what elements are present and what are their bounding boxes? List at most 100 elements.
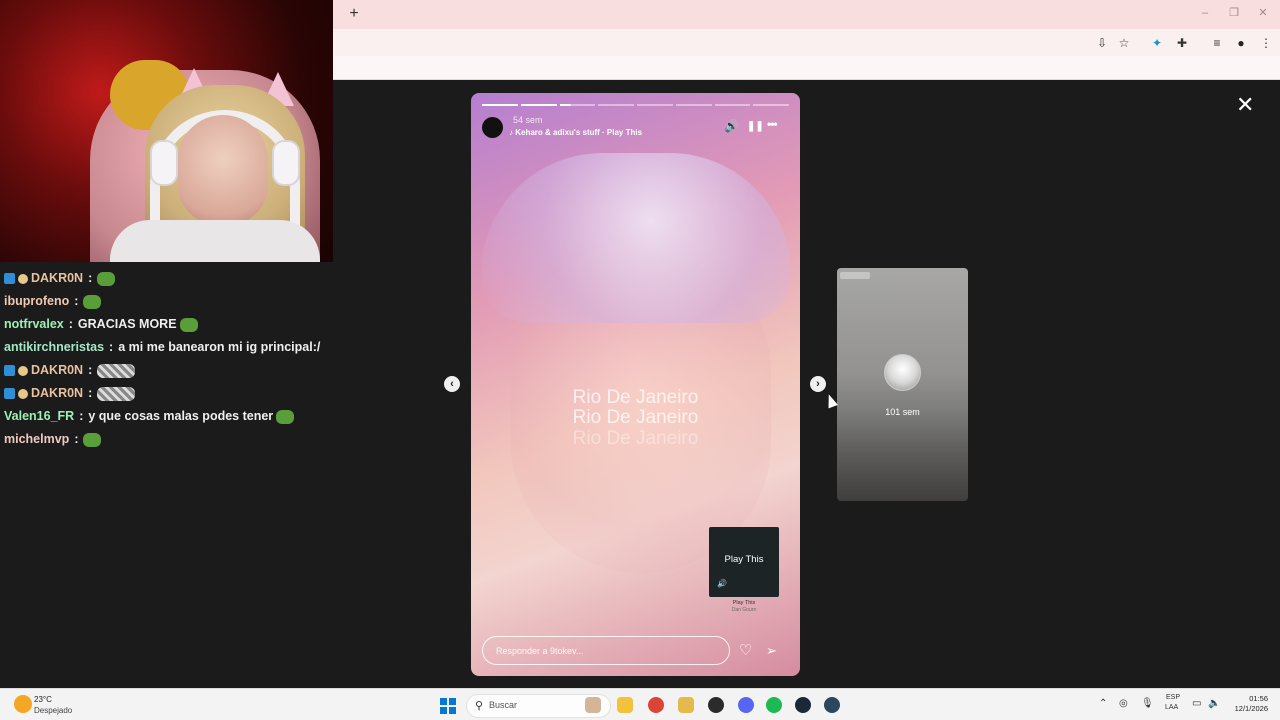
chat-emote-icon[interactable] <box>97 386 136 401</box>
webcam-overlay <box>0 0 333 262</box>
search-icon: ⚲ <box>475 700 484 712</box>
start-icon[interactable] <box>440 698 456 714</box>
chat-username[interactable]: michelmvp <box>4 428 69 451</box>
star-icon[interactable]: ☆ <box>1116 35 1132 51</box>
chat-separator: : <box>88 386 93 400</box>
obs-icon[interactable] <box>708 697 724 713</box>
language-layout[interactable]: LAA <box>1165 704 1178 711</box>
chat-emote-icon[interactable] <box>276 409 295 424</box>
music-sticker[interactable]: Play This 🔊 <box>709 527 779 597</box>
spotify-icon[interactable] <box>766 697 782 713</box>
story-hair-shade <box>481 153 791 323</box>
close-window-button[interactable]: ✕ <box>1254 6 1272 20</box>
weather-desc: Despejado <box>34 706 73 715</box>
chat-text: y que cosas malas podes tener <box>88 409 274 423</box>
new-tab-button[interactable]: + <box>345 5 363 23</box>
display-icon[interactable]: ▭ <box>1192 698 1201 709</box>
profile-icon[interactable]: ● <box>1233 35 1249 51</box>
next-story-button[interactable]: › <box>810 376 826 392</box>
chat-message: DAKR0N: <box>4 359 334 382</box>
story-card[interactable]: 54 sem ♪ Keharo & adixu's stuff · Play T… <box>471 93 800 676</box>
subscriber-badge-icon[interactable] <box>4 365 15 376</box>
overlay-text-line-1: Rio De Janeiro <box>572 387 699 408</box>
install-icon[interactable]: ⇩ <box>1094 35 1110 51</box>
clock-time[interactable]: 01:56 <box>1228 694 1268 703</box>
next-story-preview[interactable]: 101 sem <box>837 268 968 501</box>
like-icon[interactable]: ♡ <box>739 641 752 659</box>
chat-message: michelmvp: <box>4 428 334 451</box>
preview-header <box>840 272 870 279</box>
streamer-torso <box>110 220 320 262</box>
bits-badge-icon[interactable] <box>18 365 28 376</box>
chat-separator: : <box>79 409 84 423</box>
preview-avatar <box>884 354 921 391</box>
chat-text: a mi me banearon mi ig principal:/ <box>118 340 321 354</box>
media-icon[interactable]: ≡ <box>1209 35 1225 51</box>
network-icon[interactable]: ◎ <box>1119 698 1128 709</box>
share-icon[interactable]: ➢ <box>766 643 777 659</box>
subscriber-badge-icon[interactable] <box>4 273 15 284</box>
progress-segment <box>675 104 712 106</box>
chat-text: GRACIAS MORE <box>77 317 177 331</box>
chat-username[interactable]: DAKR0N <box>31 359 83 382</box>
chat-emote-icon[interactable] <box>97 271 116 286</box>
chat-message: DAKR0N: <box>4 267 334 290</box>
weather-icon[interactable] <box>14 695 32 713</box>
chat-username[interactable]: DAKR0N <box>31 382 83 405</box>
folder-icon[interactable] <box>678 697 694 713</box>
chat-message: DAKR0N: <box>4 382 334 405</box>
weather-temp: 23°C <box>34 695 52 704</box>
maximize-button[interactable]: ❐ <box>1225 6 1243 20</box>
close-viewer-icon[interactable]: ✕ <box>1236 94 1254 116</box>
sound-icon[interactable]: 🔊 <box>724 119 739 133</box>
tray-chevron-icon[interactable]: ⌃ <box>1099 698 1107 709</box>
file-explorer-icon[interactable] <box>617 697 633 713</box>
search-placeholder: Buscar <box>489 700 518 710</box>
chat-username[interactable]: notfrvalex <box>4 313 64 336</box>
volume-icon[interactable]: 🔈 <box>1208 698 1220 709</box>
menu-icon[interactable]: ⋮ <box>1258 35 1274 51</box>
pause-icon[interactable]: ❚❚ <box>747 121 764 132</box>
puzzle-icon[interactable]: ✚ <box>1174 35 1190 51</box>
mic-icon[interactable]: 🎙 <box>1141 698 1154 709</box>
discord-icon[interactable] <box>738 697 754 713</box>
progress-segment <box>520 104 557 106</box>
chat-emote-icon[interactable] <box>97 363 136 378</box>
subscriber-badge-icon[interactable] <box>4 388 15 399</box>
story-viewer: DAKR0N: ibuprofeno: notfrvalex: GRACIAS MOR… <box>0 0 1280 688</box>
chat-separator: : <box>74 432 79 446</box>
avatar-app-icon[interactable] <box>585 697 601 713</box>
chat-separator: : <box>88 363 93 377</box>
chat-emote-icon[interactable] <box>83 432 102 447</box>
music-sticker-caption-artist: Dan Gourn <box>731 607 757 613</box>
language-code[interactable]: ESP <box>1166 694 1180 701</box>
more-options-icon[interactable]: ••• <box>767 117 778 131</box>
story-music-label[interactable]: ♪ Keharo & adixu's stuff · Play This <box>509 128 642 137</box>
chat-username[interactable]: antikirchneristas <box>4 336 104 359</box>
story-time: 54 sem <box>513 115 543 125</box>
previous-story-button[interactable]: ‹ <box>444 376 460 392</box>
chrome-icon[interactable] <box>648 697 664 713</box>
overlay-text-line-2: Rio De Janeiro <box>572 407 699 428</box>
chat-username[interactable]: DAKR0N <box>31 267 83 290</box>
bits-badge-icon[interactable] <box>18 273 28 284</box>
mouse-cursor <box>824 392 838 409</box>
music-sticker-title: Play This <box>724 554 764 565</box>
reply-input[interactable] <box>482 636 730 665</box>
clock-date[interactable]: 12/1/2026 <box>1228 704 1268 713</box>
chat-emote-icon[interactable] <box>179 317 198 332</box>
chat-message: ibuprofeno: <box>4 290 334 313</box>
story-avatar[interactable] <box>482 117 503 138</box>
music-sticker-sound-icon: 🔊 <box>717 579 727 588</box>
bits-badge-icon[interactable] <box>18 388 28 399</box>
chat-message: antikirchneristas: a mi me banearon mi ig… <box>4 336 334 359</box>
steam-2-icon[interactable] <box>824 697 840 713</box>
chat-emote-icon[interactable] <box>83 294 102 309</box>
chat-username[interactable]: ibuprofeno <box>4 290 69 313</box>
chat-username[interactable]: Valen16_FR <box>4 405 74 428</box>
minimize-button[interactable]: – <box>1196 6 1214 20</box>
steam-icon[interactable] <box>795 697 811 713</box>
progress-segment <box>637 104 673 106</box>
extension-colored-icon[interactable]: ✦ <box>1149 35 1165 51</box>
progress-segment <box>559 104 596 106</box>
